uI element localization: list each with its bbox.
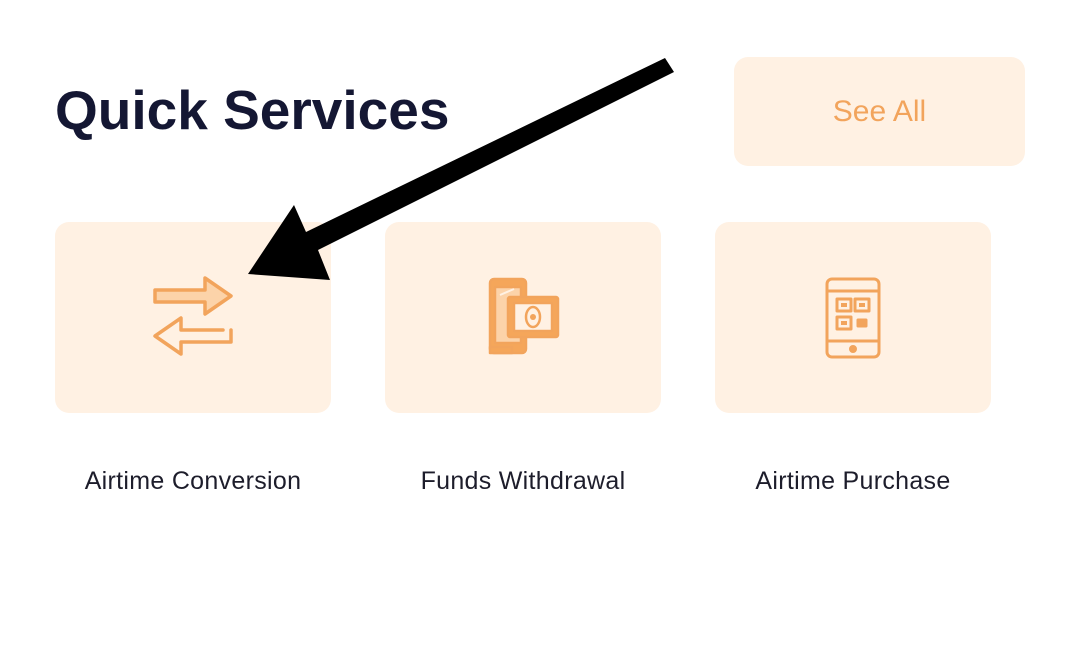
service-tile[interactable]	[55, 222, 331, 413]
service-tile[interactable]	[715, 222, 991, 413]
service-airtime-purchase[interactable]: Airtime Purchase	[715, 222, 991, 495]
service-label: Funds Withdrawal	[420, 467, 626, 495]
service-funds-withdrawal[interactable]: Funds Withdrawal	[385, 222, 661, 495]
service-label: Airtime Purchase	[755, 467, 951, 495]
service-airtime-conversion[interactable]: Airtime Conversion	[55, 222, 331, 495]
phone-qr-icon	[825, 277, 881, 358]
phone-cash-icon	[488, 277, 560, 354]
see-all-button[interactable]: See All	[734, 57, 1025, 166]
service-label: Airtime Conversion	[84, 467, 302, 495]
section-title: Quick Services	[55, 79, 450, 141]
exchange-arrows-icon	[153, 275, 233, 356]
service-tile[interactable]	[385, 222, 661, 413]
